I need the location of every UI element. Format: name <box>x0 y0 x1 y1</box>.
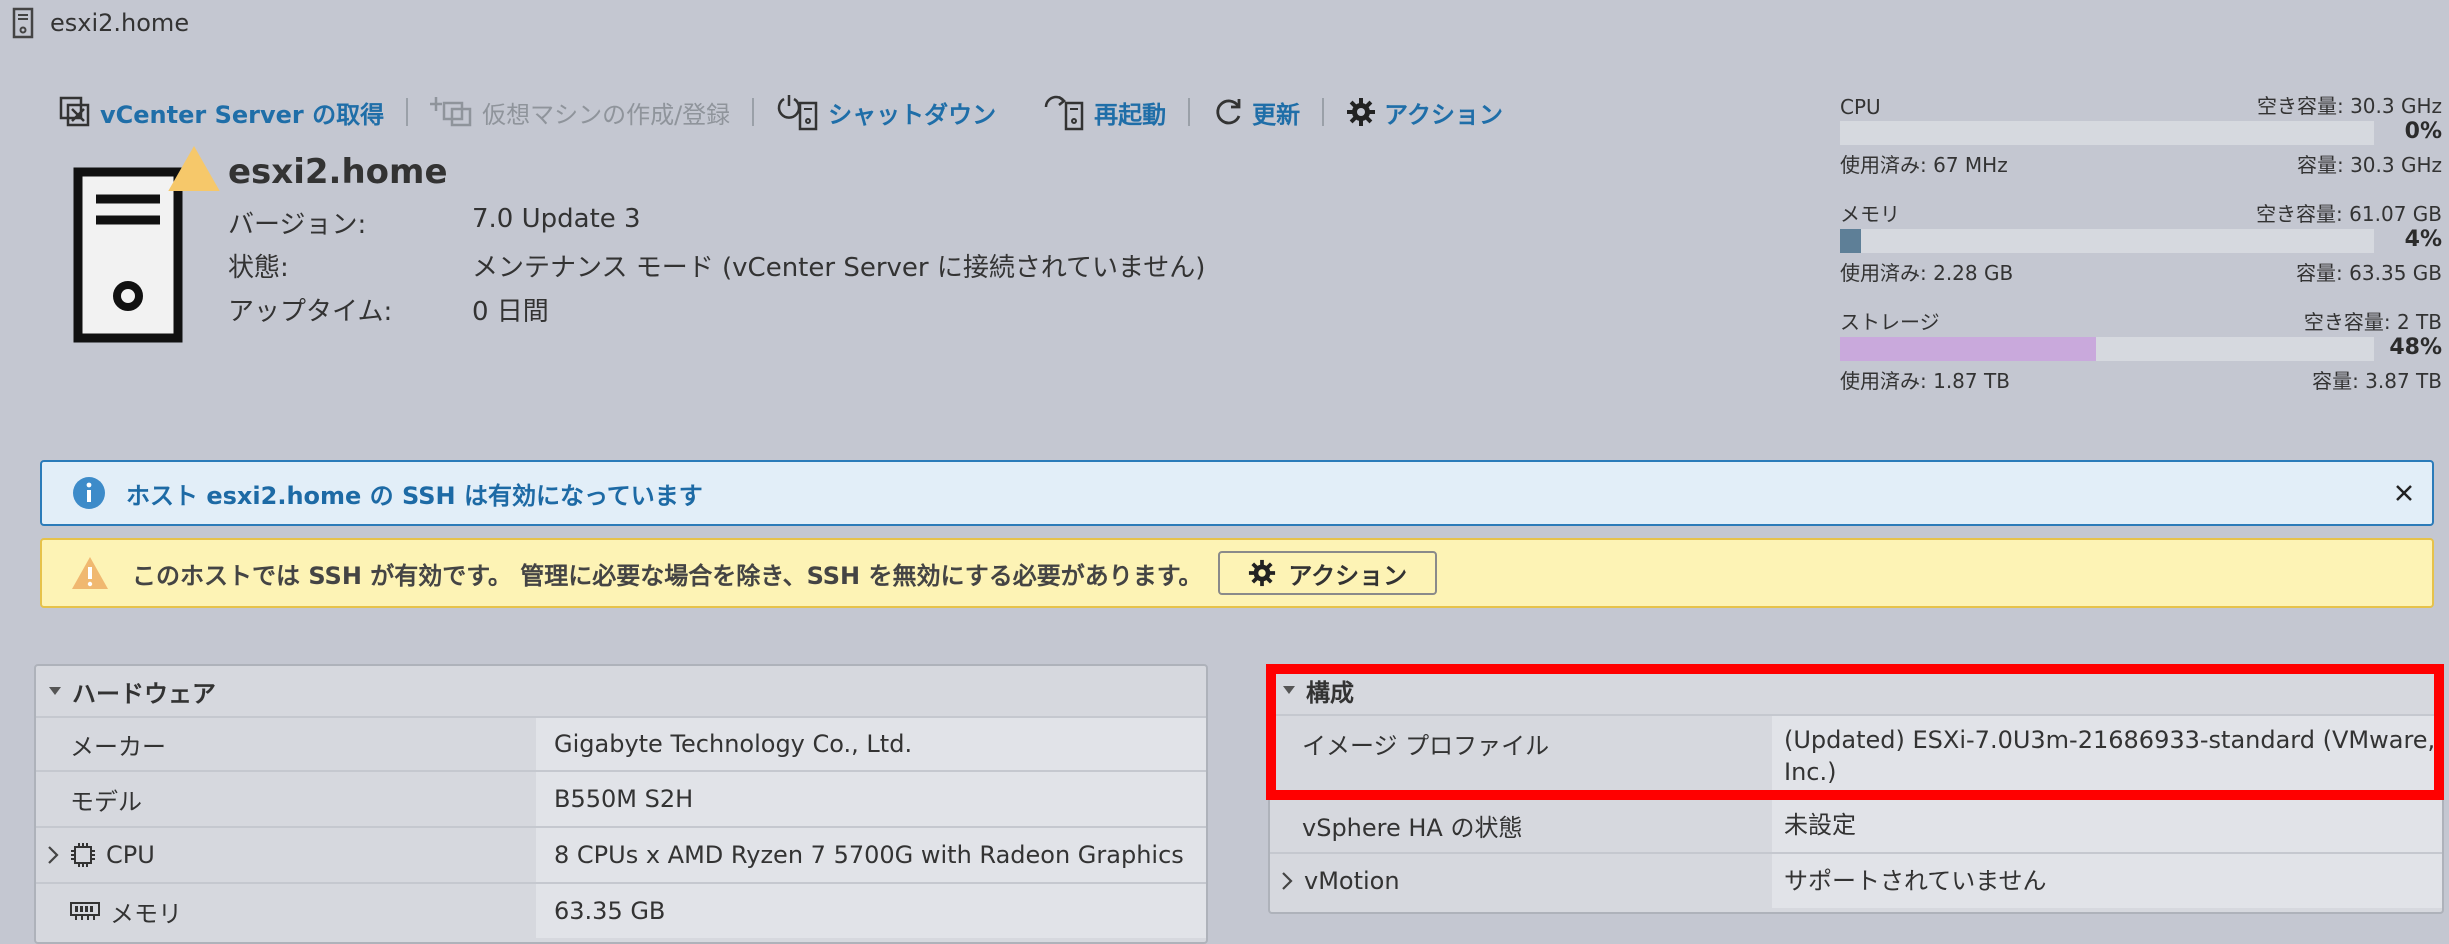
shutdown-button[interactable]: シャットダウン <box>776 93 996 131</box>
window-titlebar: esxi2.home <box>12 6 189 40</box>
chevron-right-icon[interactable] <box>1280 871 1294 891</box>
get-vcenter-button[interactable]: vCenter Server の取得 <box>58 95 384 130</box>
info-icon <box>72 476 106 510</box>
row-value: サポートされていません <box>1772 854 2442 908</box>
table-row-image-profile: イメージ プロファイル (Updated) ESXi-7.0U3m-216869… <box>1270 714 2442 796</box>
table-row-vmotion[interactable]: vMotion サポートされていません <box>1270 852 2442 908</box>
storage-capacity: 容量: 3.87 TB <box>2312 369 2442 393</box>
cpu-chip-icon <box>70 842 96 868</box>
host-toolbar: vCenter Server の取得 仮想マシンの作成/登録 シャットダウン 再… <box>58 88 1503 136</box>
row-key: CPU <box>106 841 155 869</box>
caret-down-icon <box>48 684 62 698</box>
ssh-info-alert: ホスト esxi2.home の SSH は有効になっています <box>40 460 2434 526</box>
hardware-title: ハードウェア <box>72 679 216 708</box>
hardware-panel-header[interactable]: ハードウェア <box>36 666 1206 716</box>
row-key: メモリ <box>110 899 182 928</box>
cpu-capacity: 容量: 30.3 GHz <box>2296 153 2442 177</box>
cpu-free: 空き容量: 30.3 GHz <box>2256 94 2442 118</box>
memory-label: メモリ <box>1840 202 1900 226</box>
configuration-title: 構成 <box>1306 678 1354 707</box>
version-value: 7.0 Update 3 <box>472 204 641 234</box>
host-server-icon <box>68 144 228 344</box>
ssh-warning-alert: このホストでは SSH が有効です。 管理に必要な場合を除き、SSH を無効にす… <box>40 538 2434 608</box>
storage-used: 使用済み: 1.87 TB <box>1840 369 2010 393</box>
reboot-button[interactable]: 再起動 <box>1042 93 1166 131</box>
vcenter-icon <box>58 95 92 129</box>
create-vm-button[interactable]: 仮想マシンの作成/登録 <box>430 95 730 130</box>
storage-percent: 48% <box>2389 335 2442 360</box>
memory-bar-fill <box>1840 229 1862 253</box>
ssh-info-message: ホスト esxi2.home の SSH は有効になっています <box>126 481 703 510</box>
window-title: esxi2.home <box>50 9 190 37</box>
actions-button[interactable]: アクション <box>1346 95 1503 130</box>
row-value: B550M S2H <box>536 772 1206 826</box>
configuration-panel-header[interactable]: 構成 <box>1270 666 2442 714</box>
row-key: モデル <box>70 787 142 816</box>
storage-free: 空き容量: 2 TB <box>2303 310 2442 334</box>
memory-meter: メモリ 空き容量: 61.07 GB 4% 使用済み: 2.28 GB 容量: 63… <box>1840 198 2442 286</box>
row-key: vMotion <box>1304 867 1400 895</box>
table-row: vSphere HA の状態 未設定 <box>1270 796 2442 852</box>
version-label: バージョン: <box>228 210 367 240</box>
warning-icon <box>70 555 110 591</box>
state-value: メンテナンス モード (vCenter Server に接続されていません) <box>472 253 1206 283</box>
row-key: メーカー <box>70 732 166 761</box>
cpu-label: CPU <box>1840 95 1881 119</box>
hardware-panel: ハードウェア メーカー Gigabyte Technology Co., Ltd… <box>34 664 1208 944</box>
table-row: モデル B550M S2H <box>36 770 1206 826</box>
toolbar-divider <box>406 98 409 126</box>
toolbar-divider <box>752 98 755 126</box>
caret-down-icon <box>1282 683 1296 697</box>
cpu-meter: CPU 空き容量: 30.3 GHz 0% 使用済み: 67 MHz 容量: 30.… <box>1840 90 2442 178</box>
row-value: (Updated) ESXi-7.0U3m-21686933-standard … <box>1772 716 2442 796</box>
memory-module-icon <box>70 900 100 922</box>
memory-percent: 4% <box>2404 227 2442 252</box>
reboot-icon <box>1042 93 1086 131</box>
gear-icon <box>1346 97 1376 127</box>
row-value: Gigabyte Technology Co., Ltd. <box>536 718 1206 770</box>
server-icon <box>12 7 34 39</box>
refresh-icon <box>1212 96 1244 128</box>
uptime-value: 0 日間 <box>472 297 549 327</box>
toolbar-divider <box>1322 98 1325 126</box>
storage-meter: ストレージ 空き容量: 2 TB 48% 使用済み: 1.87 TB 容量: 3.8… <box>1840 306 2442 394</box>
storage-label: ストレージ <box>1840 310 1940 334</box>
row-key: vSphere HA の状態 <box>1302 813 1523 842</box>
power-icon <box>776 93 820 131</box>
uptime-label: アップタイム: <box>228 297 393 327</box>
memory-capacity: 容量: 63.35 GB <box>2296 261 2442 285</box>
state-label: 状態: <box>228 253 289 283</box>
refresh-button[interactable]: 更新 <box>1212 95 1300 130</box>
row-key: イメージ プロファイル <box>1302 732 1550 760</box>
memory-used: 使用済み: 2.28 GB <box>1840 261 2014 285</box>
cpu-percent: 0% <box>2404 119 2442 144</box>
cpu-bar <box>1840 121 2374 145</box>
memory-bar <box>1840 229 2374 253</box>
cpu-used: 使用済み: 67 MHz <box>1840 153 2008 177</box>
close-icon[interactable] <box>2394 483 2414 503</box>
ssh-warning-message: このホストでは SSH が有効です。 管理に必要な場合を除き、SSH を無効にす… <box>132 561 1203 590</box>
row-value: 8 CPUs x AMD Ryzen 7 5700G with Radeon G… <box>536 828 1206 882</box>
create-vm-icon <box>430 95 474 129</box>
table-row-cpu[interactable]: CPU 8 CPUs x AMD Ryzen 7 5700G with Rade… <box>36 826 1206 882</box>
row-value: 未設定 <box>1772 798 2442 852</box>
toolbar-divider <box>1188 98 1191 126</box>
memory-free: 空き容量: 61.07 GB <box>2256 202 2442 226</box>
host-name: esxi2.home <box>228 152 448 192</box>
chevron-right-icon[interactable] <box>46 845 60 865</box>
warning-actions-button[interactable]: アクション <box>1218 551 1438 595</box>
table-row: メーカー Gigabyte Technology Co., Ltd. <box>36 716 1206 770</box>
gear-icon <box>1248 559 1276 587</box>
storage-bar <box>1840 337 2374 361</box>
storage-bar-fill <box>1840 337 2097 361</box>
configuration-panel: 構成 イメージ プロファイル (Updated) ESXi-7.0U3m-216… <box>1268 664 2444 914</box>
